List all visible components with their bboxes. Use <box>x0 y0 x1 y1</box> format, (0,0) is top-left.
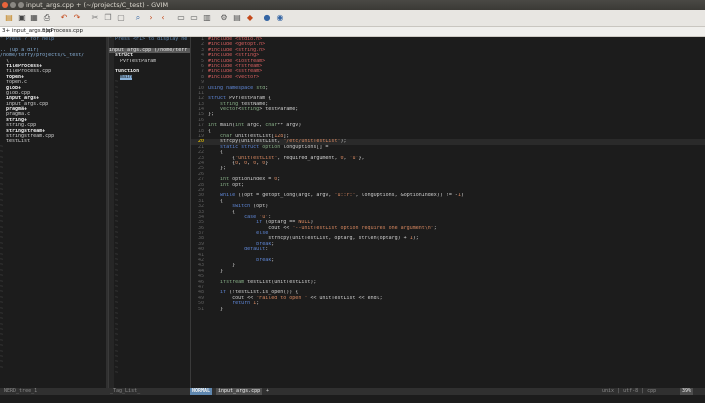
taglist-pane[interactable]: " Press <F1> to display he input_args.cp… <box>108 37 190 388</box>
code-text: } <box>208 306 224 312</box>
status-modified-flag: + <box>266 388 270 394</box>
find-replace-icon[interactable]: ⌕ <box>133 13 143 23</box>
load-session-icon[interactable]: ▭ <box>176 13 186 23</box>
redo-icon[interactable]: ↷ <box>72 13 82 23</box>
status-file-format: unix | utf-8 | cpp <box>602 388 657 394</box>
save-session-icon[interactable]: ▭ <box>189 13 199 23</box>
code-text: { <box>208 128 212 134</box>
code-text: break; <box>256 241 275 247</box>
paste-icon[interactable]: ▢ <box>116 13 126 23</box>
help-icon[interactable]: ● <box>262 13 272 23</box>
code-text: else <box>256 231 269 237</box>
maximize-window-button[interactable] <box>18 2 24 8</box>
run-script-icon[interactable]: ▥ <box>202 13 212 23</box>
nerdtree-entries: \ fileProcess+ fileProcess.cpp fopen+ fopen.… <box>0 59 106 145</box>
status-nerdtree: NERD_tree_1 <box>4 388 38 394</box>
code-text: #include <vector> <box>208 74 260 80</box>
status-taglist: _Tag_List_ <box>110 388 141 394</box>
code-text: while ((opt = getopt_long(argc, argv, "u… <box>220 193 464 199</box>
save-all-icon[interactable]: ▦ <box>29 13 39 23</box>
taglist-empty-lines: ~ ~ ~ ~ ~ ~ ~ ~ ~ ~ ~ ~ ~ ~ ~ ~ ~ ~ ~ ~ ~ ~ ~ ~ ~ ~ ~ ~ ~ ~ ~ ~ ~ ~ ~ ~ ~ ~ ~ ~… <box>109 80 190 376</box>
command-line[interactable] <box>0 395 705 403</box>
taglist-kind-label[interactable]: struct <box>115 53 133 58</box>
code-text: {0, 0, 0, 0} <box>208 160 269 166</box>
code-text: strncpy(unitTestList, optarg, strlen(opt… <box>208 236 419 242</box>
code-text: { <box>208 209 236 215</box>
taglist-kind-label[interactable]: function <box>115 69 139 74</box>
code-text: vector<string> testParame; <box>220 107 299 113</box>
save-icon[interactable]: ▣ <box>17 13 27 23</box>
code-text: #include <iostream> <box>208 58 266 64</box>
code-text: { <box>208 150 224 156</box>
code-editor-pane[interactable]: 1 #include <stdio.h> 2 #include <getopt.h> 3… <box>190 37 705 388</box>
code-text: {"unitTestList", required_argument, 0, '… <box>208 155 365 161</box>
code-text: if (optarg == NULL) <box>256 220 314 226</box>
code-line[interactable]: 51 } <box>191 307 705 312</box>
taglist-tag-label[interactable]: main <box>120 74 133 80</box>
code-text: #include <string> <box>208 53 260 59</box>
nerdtree-empty-lines: ~ ~ ~ ~ ~ ~ ~ ~ ~ ~ ~ ~ ~ ~ ~ ~ ~ ~ ~ ~ ~ ~ ~ ~ ~ ~ ~ ~ ~ ~ ~ ~ ~ ~ ~ ~ ~ ~ ~ ~… <box>0 145 106 371</box>
nerdtree-pane[interactable]: " Press ? for help .. (up a dir) /home/t… <box>0 37 106 388</box>
code-text: cout << "Failed to open " << unitTestLis… <box>208 295 383 301</box>
code-text: #include <string.h> <box>208 47 266 53</box>
find-help-icon[interactable]: ◉ <box>275 13 285 23</box>
code-text: #include <sstream> <box>208 69 263 75</box>
code-text: int opt; <box>220 182 245 188</box>
code-text: struct PvrTestParam { <box>208 96 272 102</box>
run-ctags-icon[interactable]: ▤ <box>232 13 242 23</box>
code-text: ifstream testList(unitTestList); <box>220 279 317 285</box>
find-next-icon[interactable]: › <box>146 13 156 23</box>
code-text: } <box>208 263 236 269</box>
tab-bar: 3+ input_args.cpp fileProcess.cpp <box>0 27 705 37</box>
code-text: if (!testList.is_open()) { <box>220 290 299 296</box>
code-text: } <box>208 268 224 274</box>
status-mode: NORMAL <box>190 388 213 395</box>
code-text: char unitTestList[128]; <box>220 134 290 140</box>
empty-line-marker: ~ <box>115 371 119 377</box>
code-lines: 1 #include <stdio.h> 2 #include <getopt.h> 3… <box>191 37 705 312</box>
find-prev-icon[interactable]: ‹ <box>158 13 168 23</box>
copy-icon[interactable]: ❐ <box>103 13 113 23</box>
tab-file-process[interactable]: fileProcess.cpp <box>40 27 85 36</box>
open-icon[interactable]: ▤ <box>4 13 14 23</box>
code-text: case 'u': <box>244 214 272 220</box>
taglist-help-hint: " Press <F1> to display he <box>109 37 188 42</box>
code-text: static struct option longOptions[] = <box>220 144 329 150</box>
code-text: default: <box>244 247 269 253</box>
line-number: 51 <box>197 306 204 312</box>
jump-tag-icon[interactable]: ◆ <box>245 13 255 23</box>
status-line: NERD_tree_1 _Tag_List_ NORMAL input_args… <box>0 388 705 395</box>
print-icon[interactable]: ⎙ <box>42 13 52 23</box>
taglist-tag-label[interactable]: PvrTestParam <box>120 59 156 64</box>
empty-line-marker: ~ <box>0 365 4 371</box>
toolbar: ▤ ▣ ▦ ⎙ ↶ ↷ ✂ ❐ ▢ ⌕ › ‹ ▭ ▭ ▥ ⚙ ▤ ◆ ● ◉ <box>0 10 705 27</box>
minimize-window-button[interactable] <box>10 2 16 8</box>
code-text: #include <fstream> <box>208 63 263 69</box>
code-text: }; <box>208 112 215 118</box>
code-text: int optionIndex = 0; <box>220 177 281 183</box>
code-text: { <box>208 198 224 204</box>
code-text: using namespace std; <box>208 85 269 91</box>
code-text: string testName; <box>220 101 269 107</box>
code-text: switch (opt) <box>232 204 269 210</box>
cut-icon[interactable]: ✂ <box>90 13 100 23</box>
close-window-button[interactable] <box>2 2 8 8</box>
taglist-items: struct PvrTestParam function main <box>109 53 190 80</box>
window-title: input_args.cpp + (~/projects/C_test) - G… <box>26 1 169 9</box>
code-text: int main(int argc, char** argv) <box>208 123 302 129</box>
code-text: break; <box>256 258 275 264</box>
window-titlebar: input_args.cpp + (~/projects/C_test) - G… <box>0 0 705 10</box>
code-text: #include <stdio.h> <box>208 37 263 42</box>
make-icon[interactable]: ⚙ <box>219 13 229 23</box>
undo-icon[interactable]: ↶ <box>59 13 69 23</box>
code-text: strcpy(unitTestList, "/etc/unitTestList"… <box>208 139 347 145</box>
window-controls <box>2 2 24 8</box>
code-text: #include <getopt.h> <box>208 42 266 48</box>
code-text: cout << "--unitTestList option requires … <box>208 225 437 231</box>
code-text: return 1; <box>232 301 260 307</box>
status-position: 39% <box>680 388 694 395</box>
status-filename: input_args.cpp <box>216 388 263 395</box>
code-text: }; <box>208 166 227 172</box>
